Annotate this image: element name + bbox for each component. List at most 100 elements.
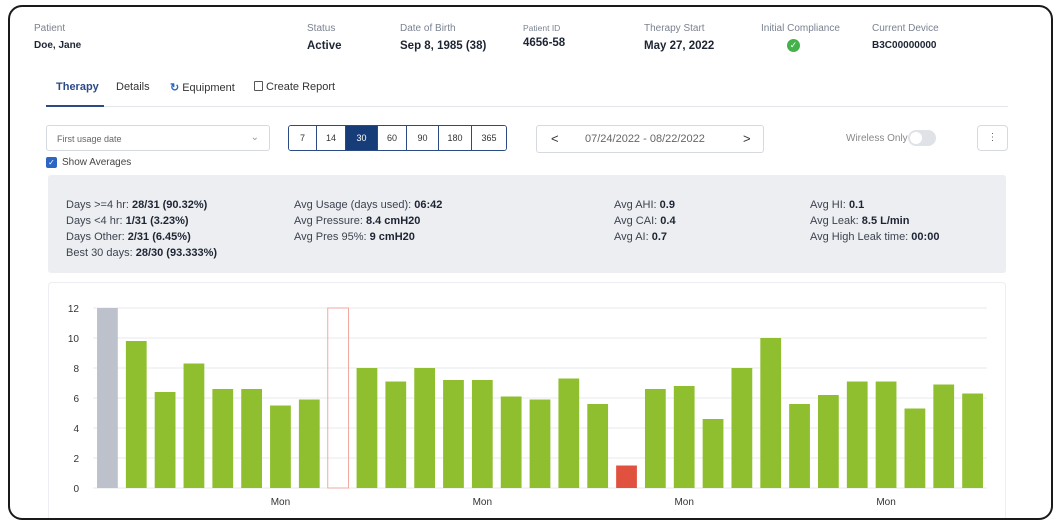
stats-column-usage-days: Days >=4 hr: 28/31 (90.32%) Days <4 hr: …: [66, 197, 217, 261]
range-180-button[interactable]: 180: [439, 126, 472, 150]
usage-bar: [183, 363, 205, 488]
usage-bar: [818, 395, 839, 488]
show-averages-checkbox[interactable]: ✓: [46, 157, 57, 168]
stat-line: Days Other: 2/31 (6.45%): [66, 231, 191, 243]
averages-panel: Days >=4 hr: 28/31 (90.32%) Days <4 hr: …: [48, 175, 1006, 273]
stat-line: Avg CAI: 0.4: [614, 215, 676, 227]
range-14-button[interactable]: 14: [317, 126, 346, 150]
device-value: B3C00000000: [872, 40, 937, 51]
wireless-only-label: Wireless Only: [846, 133, 908, 144]
status-info: Status Active: [307, 23, 342, 52]
usage-bar: [529, 399, 551, 488]
range-7-button[interactable]: 7: [289, 126, 317, 150]
y-tick-label: 0: [73, 484, 79, 495]
active-tab-indicator: [46, 105, 104, 107]
usage-bar: [789, 404, 810, 488]
patient-label: Patient: [34, 23, 66, 34]
stat-line: Avg Pres 95%: 9 cmH20: [294, 231, 415, 243]
usage-bar: [298, 399, 320, 488]
patient-name: Doe, Jane: [34, 40, 82, 51]
usage-bar: [356, 368, 378, 488]
patient-id-label: Patient ID: [523, 23, 561, 33]
check-circle-icon: ✓: [787, 39, 800, 52]
usage-bar: [673, 386, 695, 488]
stat-line: Days <4 hr: 1/31 (3.23%): [66, 215, 189, 227]
usage-bar: [644, 389, 666, 488]
compliance-info: Initial Compliance ✓: [761, 23, 840, 53]
tab-equipment-label: Equipment: [182, 82, 235, 94]
next-range-button[interactable]: >: [743, 131, 751, 146]
usage-date-select-value: First usage date: [57, 134, 122, 144]
patient-id-value: 4656-58: [523, 37, 566, 49]
tab-details[interactable]: Details: [116, 81, 150, 93]
usage-chart-svg: 0 2 4 6 8 10 12 Mon Mon Mon Mon: [68, 304, 987, 508]
usage-bar: [702, 419, 724, 488]
y-tick-label: 2: [73, 454, 79, 465]
tab-create-report[interactable]: Create Report: [254, 81, 335, 93]
usage-bar: [962, 393, 983, 488]
stat-line: Avg Leak: 8.5 L/min: [810, 215, 910, 227]
wireless-only-toggle[interactable]: [908, 130, 936, 146]
patient-id-info: Patient ID 4656-58: [523, 23, 565, 49]
y-tick-label: 12: [68, 304, 80, 315]
range-30-button[interactable]: 30: [346, 126, 378, 150]
usage-bar: [731, 368, 753, 488]
show-averages-option: ✓ Show Averages: [46, 157, 131, 168]
tab-therapy[interactable]: Therapy: [56, 81, 99, 93]
stat-line: Avg AHI: 0.9: [614, 199, 675, 211]
x-tick-label: Mon: [271, 497, 290, 508]
tab-create-report-label: Create Report: [266, 81, 336, 93]
usage-bar: [558, 378, 580, 488]
usage-bar: [500, 396, 522, 488]
therapy-start-label: Therapy Start: [644, 23, 705, 34]
usage-bar: [414, 368, 436, 488]
usage-bar: [212, 389, 234, 488]
therapy-start-value: May 27, 2022: [644, 40, 715, 52]
stat-line: Avg High Leak time: 00:00: [810, 231, 940, 243]
patient-info: Patient Doe, Jane: [34, 23, 81, 51]
usage-bar: [933, 384, 955, 488]
report-icon: [254, 81, 263, 91]
status-value: Active: [307, 40, 342, 52]
x-tick-label: Mon: [473, 497, 492, 508]
y-tick-label: 6: [73, 394, 79, 405]
status-label: Status: [307, 23, 336, 34]
usage-bar: [760, 338, 782, 488]
usage-bar: [443, 380, 464, 488]
usage-bar: [270, 405, 291, 488]
stat-line: Best 30 days: 28/30 (93.333%): [66, 247, 218, 259]
prev-range-button[interactable]: <: [551, 131, 559, 146]
x-tick-label: Mon: [674, 497, 693, 508]
stats-column-leak: Avg HI: 0.1 Avg Leak: 8.5 L/min Avg High…: [810, 197, 939, 245]
stat-line: Avg AI: 0.7: [614, 231, 668, 243]
range-365-button[interactable]: 365: [472, 126, 506, 150]
date-range-text: 07/24/2022 - 08/22/2022: [585, 133, 705, 145]
app-window: Patient Doe, Jane Status Active Date of …: [8, 5, 1053, 520]
stats-column-pressure: Avg Usage (days used): 06:42 Avg Pressur…: [294, 197, 442, 245]
dob-value: Sep 8, 1985 (38): [400, 40, 487, 52]
usage-bar: [385, 381, 407, 488]
date-range-picker: < 07/24/2022 - 08/22/2022 >: [536, 125, 764, 153]
usage-bar: [616, 465, 637, 488]
y-tick-label: 10: [68, 334, 80, 345]
tab-equipment[interactable]: ↻ Equipment: [170, 81, 235, 94]
device-label: Current Device: [872, 23, 939, 34]
chevron-down-icon: ⌄: [250, 132, 259, 143]
usage-bar: [904, 408, 926, 488]
more-options-button[interactable]: ⋮: [977, 125, 1008, 151]
compliance-label: Initial Compliance: [761, 23, 840, 34]
usage-bar: [875, 381, 897, 488]
dob-info: Date of Birth Sep 8, 1985 (38): [400, 23, 486, 52]
tab-bar: Therapy Details ↻ Equipment Create Report: [46, 77, 1008, 107]
range-90-button[interactable]: 90: [407, 126, 439, 150]
usage-bar: [846, 381, 868, 488]
stat-line: Avg HI: 0.1: [810, 199, 865, 211]
usage-bar: [241, 389, 262, 488]
stat-line: Avg Pressure: 8.4 cmH20: [294, 215, 421, 227]
usage-date-select[interactable]: First usage date ⌄: [46, 125, 270, 151]
range-60-button[interactable]: 60: [378, 126, 407, 150]
show-averages-label: Show Averages: [62, 157, 132, 168]
usage-chart: 0 2 4 6 8 10 12 Mon Mon Mon Mon: [48, 282, 1006, 518]
usage-bar: [97, 308, 118, 488]
usage-bar: [154, 392, 176, 488]
